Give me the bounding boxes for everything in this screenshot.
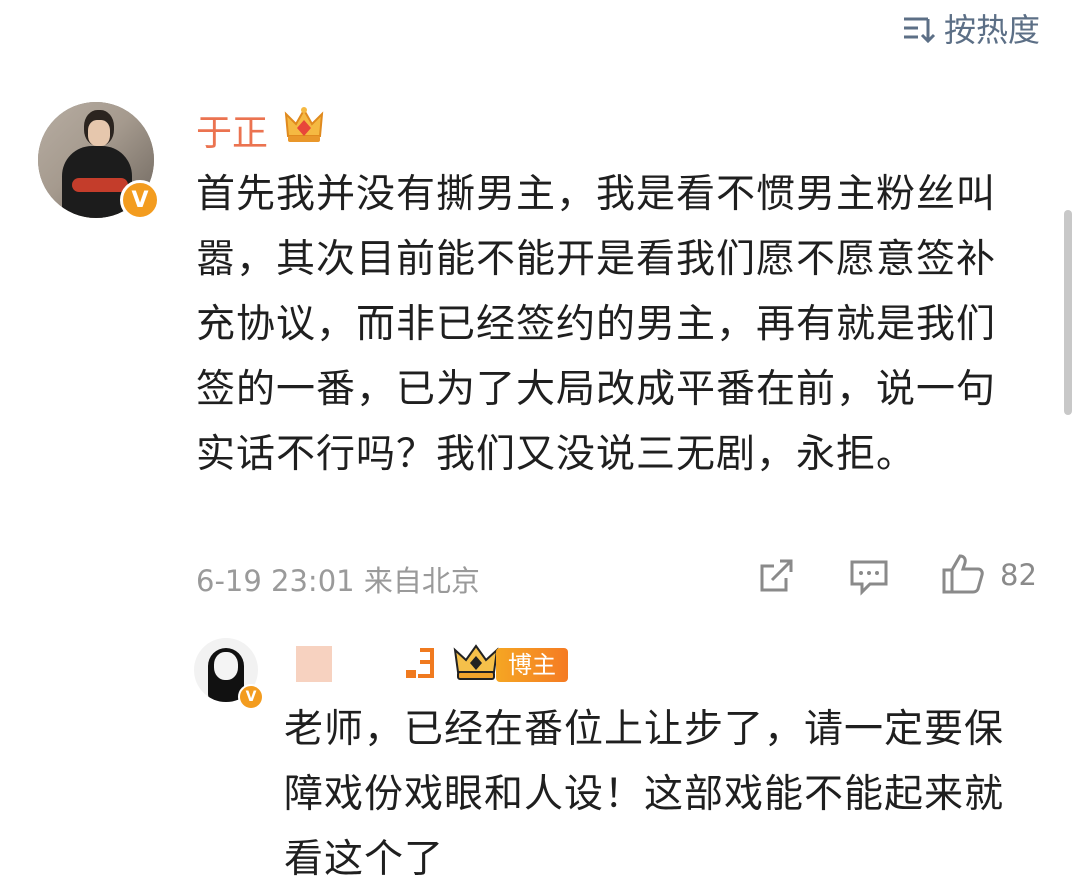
sort-icon	[903, 17, 936, 43]
member-crown-icon	[453, 644, 499, 680]
blogger-badge: 博主	[496, 648, 568, 682]
scrollbar[interactable]	[1064, 210, 1072, 415]
blurred-username-fragment	[406, 648, 434, 678]
commenter-username[interactable]: 于正	[196, 104, 268, 156]
sort-label: 按热度	[943, 11, 1040, 49]
comment-text: 首先我并没有撕男主，我是看不惯男主粉丝叫嚣，其次目前能不能开是看我们愿不愿意签补…	[196, 172, 997, 477]
comment-location: 来自北京	[363, 564, 480, 598]
comment-time: 6-19 23:01	[196, 564, 355, 598]
verified-badge-icon: V	[120, 180, 160, 220]
like-thumbs-up-icon[interactable]	[940, 552, 986, 596]
verified-badge-icon: V	[238, 684, 264, 710]
comment-meta: 6-19 23:01 来自北京	[196, 558, 480, 600]
reply-icon[interactable]	[848, 556, 890, 596]
share-icon[interactable]	[756, 556, 796, 596]
like-count: 82	[1000, 558, 1037, 592]
blurred-username-fragment	[296, 646, 332, 682]
sort-by-heat-button[interactable]: 按热度	[902, 6, 1040, 50]
crown-icon	[284, 107, 324, 142]
reply-text: 老师，已经在番位上让步了，请一定要保障戏份戏眼和人设！这部戏能不能起来就看这个了	[284, 707, 1005, 882]
